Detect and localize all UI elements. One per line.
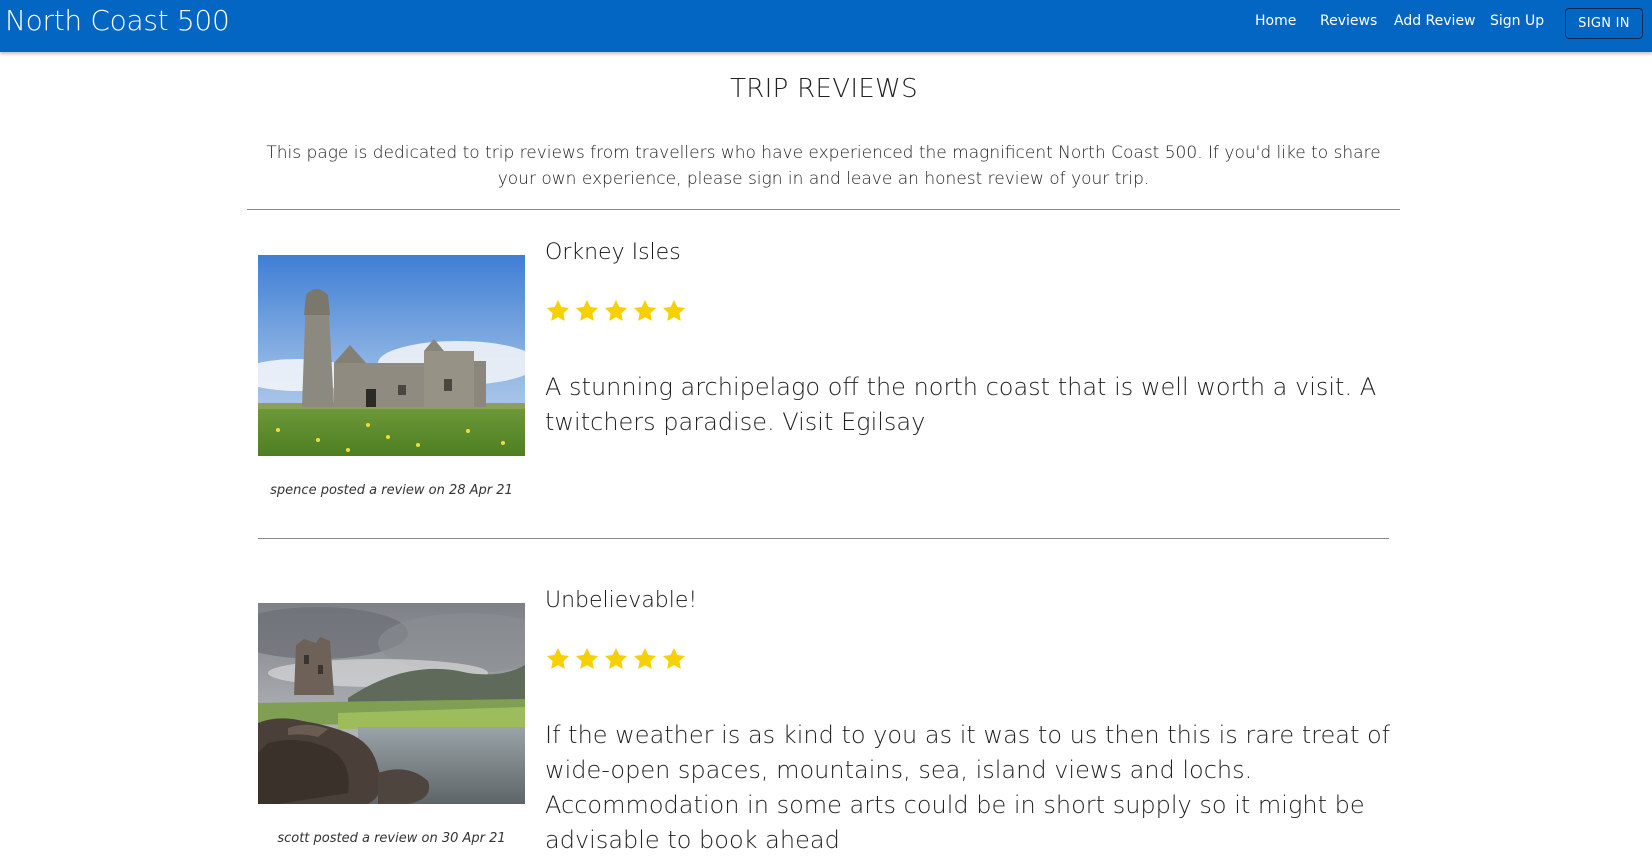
divider <box>247 209 1400 210</box>
review-caption: scott posted a review on 30 Apr 21 <box>277 831 506 846</box>
star-rating <box>545 298 687 324</box>
star-rating <box>545 646 687 672</box>
star-icon <box>545 298 571 324</box>
castle-loch-photo <box>258 603 525 804</box>
nav-home-link[interactable]: Home <box>1255 13 1296 29</box>
star-icon <box>661 298 687 324</box>
page-title: TRIP REVIEWS <box>730 74 918 104</box>
star-icon <box>632 646 658 672</box>
nav-reviews-link[interactable]: Reviews <box>1320 13 1377 29</box>
review-caption: spence posted a review on 28 Apr 21 <box>270 483 513 498</box>
top-navbar: North Coast 500 Home Reviews Add Review … <box>0 0 1652 52</box>
star-icon <box>603 298 629 324</box>
star-icon <box>574 298 600 324</box>
nav-add-review-link[interactable]: Add Review <box>1394 13 1476 29</box>
review-text: If the weather is as kind to you as it w… <box>545 721 1391 854</box>
orkney-ruin-photo <box>258 255 525 456</box>
brand-logo-link[interactable]: North Coast 500 <box>5 4 230 37</box>
divider <box>258 538 1389 539</box>
star-icon <box>603 646 629 672</box>
star-icon <box>574 646 600 672</box>
sign-in-button[interactable]: SIGN IN <box>1565 8 1643 39</box>
star-icon <box>632 298 658 324</box>
star-icon <box>661 646 687 672</box>
review-text: A stunning archipelago off the north coa… <box>545 373 1377 436</box>
page-intro: This page is dedicated to trip reviews f… <box>266 143 1381 189</box>
star-icon <box>545 646 571 672</box>
review-title: Orkney Isles <box>545 240 681 265</box>
review-title: Unbelievable! <box>545 588 698 613</box>
nav-sign-up-link[interactable]: Sign Up <box>1490 13 1544 29</box>
